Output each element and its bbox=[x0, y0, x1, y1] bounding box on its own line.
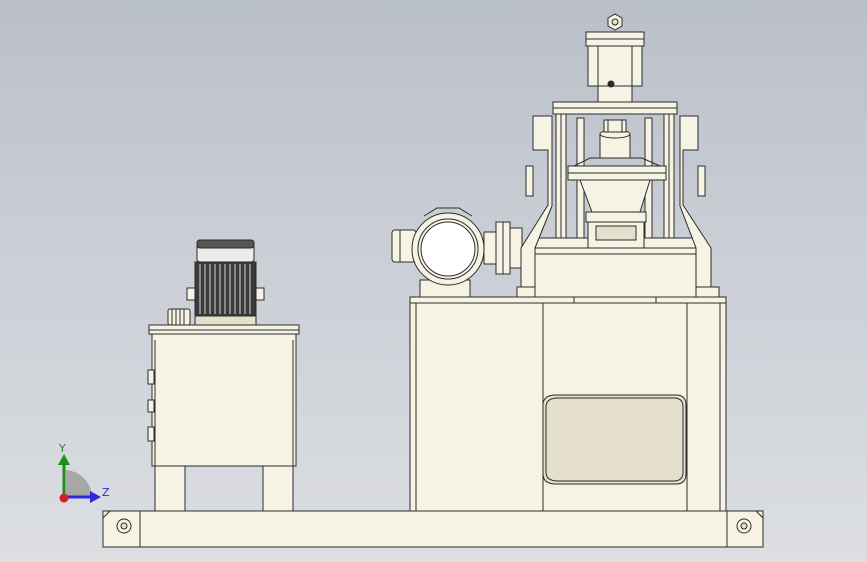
cad-viewport[interactable]: Y Z bbox=[0, 0, 867, 562]
axis-y-label: Y bbox=[59, 442, 66, 455]
press-frame bbox=[520, 101, 712, 298]
axis-z-label: Z bbox=[102, 486, 110, 499]
side-pump-assembly bbox=[391, 207, 523, 298]
hydraulic-cylinder bbox=[585, 13, 645, 103]
tank-leg-left bbox=[154, 465, 186, 512]
punch-holder bbox=[603, 119, 627, 133]
hopper bbox=[579, 179, 651, 213]
top-nut bbox=[607, 13, 623, 31]
tank-body bbox=[151, 333, 297, 467]
base-frame bbox=[102, 510, 764, 548]
axis-triad bbox=[58, 454, 101, 503]
mounting-hole-left bbox=[116, 518, 132, 534]
tank-leg-right bbox=[262, 465, 294, 512]
pedestal-window bbox=[542, 394, 687, 485]
main-pedestal bbox=[409, 286, 727, 512]
cylinder-rod-end bbox=[597, 85, 633, 103]
press-lower-block bbox=[534, 247, 697, 298]
assembly-drawing bbox=[58, 13, 764, 548]
mounting-hole-right bbox=[736, 518, 752, 534]
hydraulic-tank-unit bbox=[147, 239, 300, 512]
cylinder-body bbox=[587, 45, 643, 87]
pump-motor bbox=[186, 239, 265, 326]
base-beam bbox=[102, 510, 764, 548]
filler-cap bbox=[167, 308, 191, 326]
